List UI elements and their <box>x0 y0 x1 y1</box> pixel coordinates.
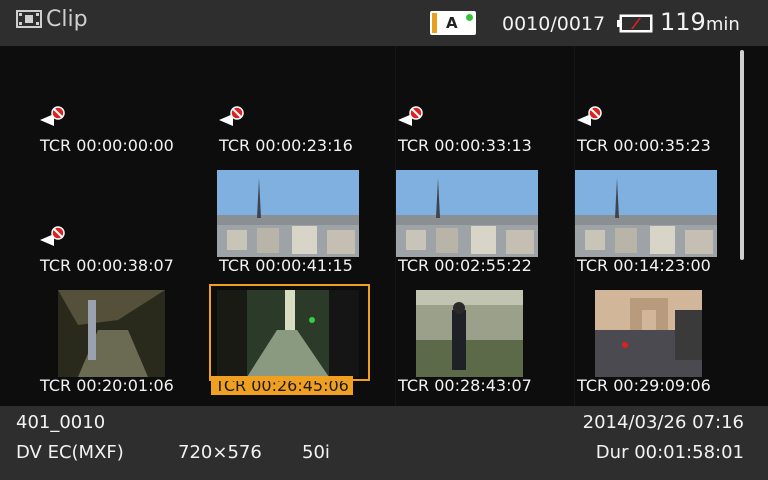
clip-timecode: TCR 00:00:41:15 <box>219 256 353 275</box>
clip-resolution: 720×576 <box>178 442 262 463</box>
clip-mark-icon <box>398 106 423 126</box>
clip-thumbnail[interactable]: TCR 00:00:00:00 <box>0 46 179 166</box>
scrollbar-thumb[interactable] <box>740 50 744 260</box>
arc-de-triomphe-thumbnail-image <box>595 290 702 377</box>
selection-frame <box>209 284 370 381</box>
clip-format: DV EC(MXF) <box>16 442 124 463</box>
clip-timecode: TCR 00:28:43:07 <box>398 376 532 395</box>
clip-duration: Dur 00:01:58:01 <box>595 442 744 463</box>
paris-skyline-thumbnail-image <box>396 170 538 257</box>
clip-thumbnail[interactable]: TCR 00:20:01:06 <box>0 286 179 406</box>
title-text: Clip <box>46 7 88 32</box>
clip-thumbnail[interactable]: TCR 00:14:23:00 <box>537 166 717 286</box>
clip-timecode: TCR 00:00:00:00 <box>40 136 174 155</box>
page-title: Clip <box>16 7 88 32</box>
media-slot-label: A <box>446 14 458 32</box>
clip-thumbnail[interactable]: TCR 00:00:41:15 <box>179 166 359 286</box>
clip-counter: 0010/0017 <box>502 13 606 35</box>
clip-thumbnail[interactable]: TCR 00:00:38:07 <box>0 166 179 286</box>
clip-date: 2014/03/26 07:16 <box>582 412 744 433</box>
clip-frame-rate: 50i <box>302 442 330 463</box>
battery-icon <box>617 14 653 33</box>
clip-mark-icon <box>577 106 602 126</box>
paris-skyline-thumbnail-image <box>217 170 359 257</box>
clip-thumbnail[interactable]: TCR 00:26:45:06 <box>179 284 370 406</box>
remaining-time: 119min <box>660 8 740 36</box>
clip-timecode: TCR 00:29:09:06 <box>577 376 711 395</box>
media-status-dot <box>466 14 473 21</box>
clip-thumbnail[interactable]: TCR 00:00:33:13 <box>358 46 537 166</box>
metro-station-thumbnail-image <box>58 290 165 377</box>
clip-timecode: TCR 00:00:23:16 <box>219 136 353 155</box>
clip-thumbnail[interactable]: TCR 00:28:43:07 <box>358 286 537 406</box>
clip-thumbnail[interactable]: TCR 00:00:23:16 <box>179 46 358 166</box>
clip-timecode: TCR 00:20:01:06 <box>40 376 174 395</box>
clip-name: 401_0010 <box>16 412 106 433</box>
top-bar: Clip A 0010/0017 119min <box>0 0 768 46</box>
film-strip-icon <box>16 10 42 28</box>
paris-skyline-thumbnail-image <box>575 170 717 257</box>
person-walking-thumbnail-image <box>416 290 523 377</box>
remaining-unit: min <box>705 14 740 35</box>
clip-timecode: TCR 00:00:38:07 <box>40 256 174 275</box>
clip-timecode: TCR 00:00:33:13 <box>398 136 532 155</box>
clip-mark-icon <box>219 106 244 126</box>
clip-timecode: TCR 00:00:35:23 <box>577 136 711 155</box>
clip-thumbnail[interactable]: TCR 00:00:35:23 <box>537 46 716 166</box>
remaining-value: 119 <box>660 8 706 36</box>
clip-thumbnail[interactable]: TCR 00:29:09:06 <box>537 286 716 406</box>
clip-thumbnail[interactable]: TCR 00:02:55:22 <box>358 166 538 286</box>
clip-mark-icon <box>40 226 65 246</box>
clip-timecode: TCR 00:14:23:00 <box>577 256 711 275</box>
clip-timecode: TCR 00:02:55:22 <box>398 256 532 275</box>
clip-mark-icon <box>40 106 65 126</box>
bottom-info-bar: 401_0010 DV EC(MXF) 720×576 50i 2014/03/… <box>0 406 768 480</box>
media-slot-bar <box>432 13 437 33</box>
media-slot-badge: A <box>430 11 476 35</box>
